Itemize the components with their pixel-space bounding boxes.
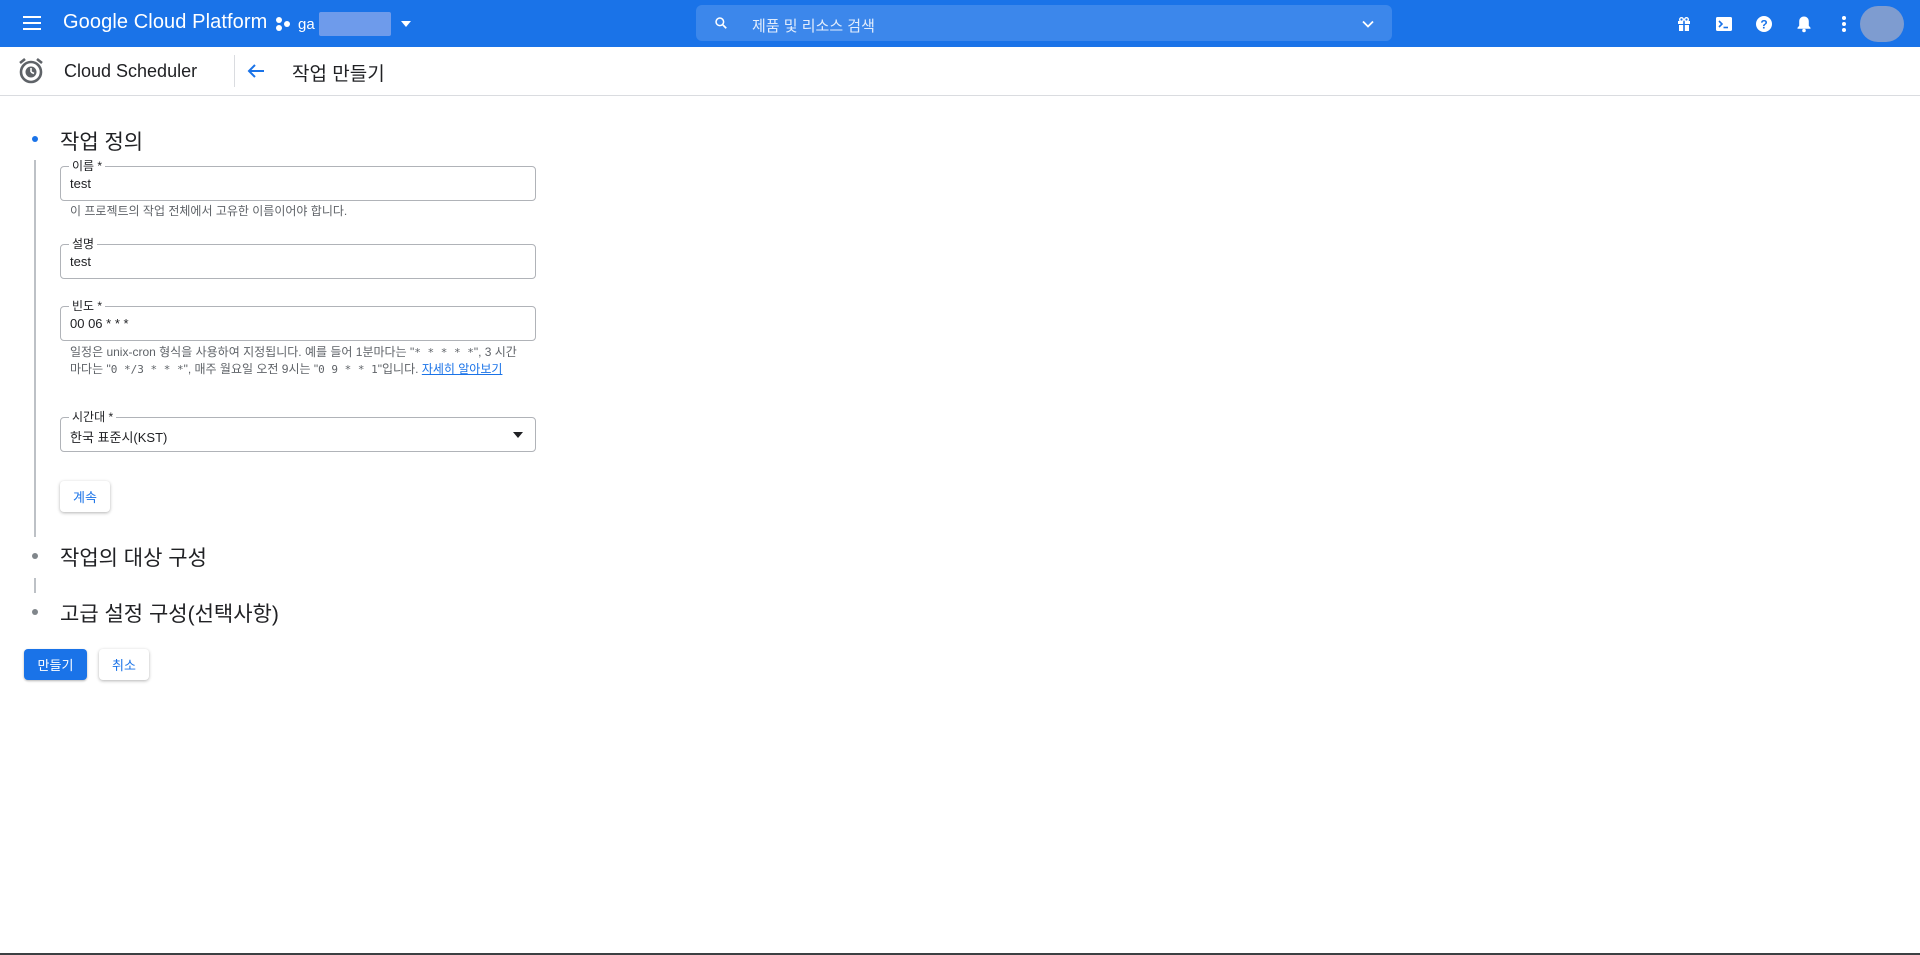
chevron-down-icon[interactable] xyxy=(1362,18,1374,30)
search-icon xyxy=(715,17,727,29)
project-name-redacted xyxy=(318,12,391,36)
name-label: 이름 * xyxy=(69,157,106,174)
step-connector-1 xyxy=(34,160,36,537)
frequency-field[interactable]: 빈도 * 00 06 * * * xyxy=(60,297,536,341)
continue-button[interactable]: 계속 xyxy=(60,481,110,512)
step-indicator-3 xyxy=(32,609,38,615)
search-input[interactable]: 제품 및 리소스 검색 xyxy=(752,15,875,36)
notifications-icon[interactable] xyxy=(1792,12,1816,36)
frequency-hint: 일정은 unix-cron 형식을 사용하여 지정됩니다. 예를 들어 1분마다… xyxy=(70,344,520,378)
description-field[interactable]: 설명 test xyxy=(60,235,536,279)
frequency-label: 빈도 * xyxy=(69,297,106,314)
product-name: Cloud Scheduler xyxy=(64,61,198,81)
gift-icon[interactable] xyxy=(1672,12,1696,36)
search-bar[interactable]: 제품 및 리소스 검색 xyxy=(696,5,1392,41)
top-app-bar: Google Cloud Platform ga 제품 및 리소스 검색 ? xyxy=(0,0,1920,47)
description-input[interactable]: test xyxy=(70,254,91,269)
timezone-select[interactable]: 시간대 * 한국 표준시(KST) xyxy=(60,408,536,452)
dropdown-arrow-icon[interactable] xyxy=(513,432,523,438)
step-title-configure-target[interactable]: 작업의 대상 구성 xyxy=(60,542,207,572)
cloud-shell-icon[interactable] xyxy=(1712,12,1736,36)
menu-icon[interactable] xyxy=(20,12,44,36)
step-connector-2 xyxy=(34,578,36,593)
frequency-hint-text-3: ", 매주 월요일 오전 9시는 " xyxy=(183,362,319,376)
cron-example-every-3-hours: 0 */3 * * * xyxy=(110,363,184,376)
step-indicator-1 xyxy=(32,136,38,142)
name-input[interactable]: test xyxy=(70,176,91,191)
svg-text:?: ? xyxy=(1760,18,1767,32)
back-arrow-icon[interactable] xyxy=(244,59,268,83)
learn-more-link[interactable]: 자세히 알아보기 xyxy=(422,362,503,376)
avatar[interactable] xyxy=(1860,6,1904,42)
timezone-label: 시간대 * xyxy=(69,408,117,425)
name-field[interactable]: 이름 * test xyxy=(60,157,536,201)
cron-example-monday-9am: 0 9 * * 1 xyxy=(318,363,378,376)
brand-title[interactable]: Google Cloud Platform xyxy=(63,11,267,34)
step-title-define-job[interactable]: 작업 정의 xyxy=(60,126,143,156)
step-title-advanced-settings[interactable]: 고급 설정 구성(선택사항) xyxy=(60,598,279,628)
frequency-input[interactable]: 00 06 * * * xyxy=(70,316,129,331)
cron-example-every-minute: * * * * * xyxy=(414,346,474,359)
frequency-hint-text-1: 일정은 unix-cron 형식을 사용하여 지정됩니다. 예를 들어 1분마다… xyxy=(70,345,415,359)
name-hint: 이 프로젝트의 작업 전체에서 고유한 이름이어야 합니다. xyxy=(70,204,348,218)
more-vert-icon[interactable] xyxy=(1832,12,1856,36)
page-title: 작업 만들기 xyxy=(292,64,385,85)
timezone-value: 한국 표준시(KST) xyxy=(70,430,168,445)
create-button[interactable]: 만들기 xyxy=(24,649,87,680)
header-divider xyxy=(234,55,235,87)
product-header: Cloud Scheduler 작업 만들기 xyxy=(0,47,1920,96)
project-icon xyxy=(276,16,292,32)
project-selector[interactable]: ga xyxy=(276,12,411,36)
cloud-scheduler-icon xyxy=(19,57,43,84)
caret-down-icon xyxy=(400,21,411,27)
step-indicator-2 xyxy=(32,553,38,559)
description-label: 설명 xyxy=(69,235,98,252)
project-name: ga xyxy=(298,15,315,33)
help-icon[interactable]: ? xyxy=(1752,12,1776,36)
frequency-hint-text-4: "입니다. xyxy=(377,362,422,376)
cancel-button[interactable]: 취소 xyxy=(99,649,149,680)
